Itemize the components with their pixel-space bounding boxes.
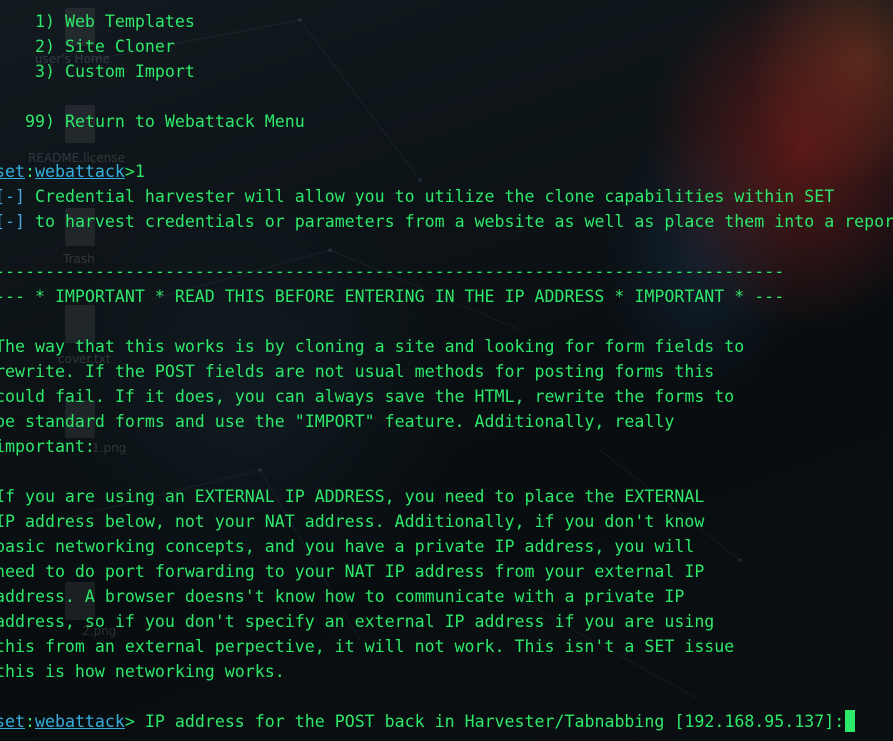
- prompt-separator: :: [24, 712, 35, 731]
- paragraph-line: basic networking concepts, and you have …: [0, 537, 695, 556]
- prompt-prefix: set: [0, 712, 25, 731]
- paragraph-line: important:: [0, 437, 95, 456]
- paragraph-line: rewrite. If the POST fields are not usua…: [0, 362, 715, 381]
- menu-item-number: 1): [34, 12, 55, 31]
- paragraph-line: If you are using an EXTERNAL IP ADDRESS,…: [0, 487, 705, 506]
- info-marker: [-]: [0, 212, 25, 231]
- menu-item-site-cloner: 2) Site Cloner: [0, 34, 175, 59]
- paragraph-line: address, so if you don't specify an exte…: [0, 612, 715, 631]
- terminal-cursor[interactable]: [845, 710, 855, 732]
- prompt-module: webattack: [34, 162, 125, 181]
- paragraph-line: address. A browser doesns't know how to …: [0, 587, 685, 606]
- info-line-1: [-] Credential harvester will allow you …: [0, 184, 834, 209]
- paragraph-line: need to do port forwarding to your NAT I…: [0, 562, 705, 581]
- info-marker: [-]: [0, 187, 25, 206]
- paragraph-line: could fail. If it does, you can always s…: [0, 387, 735, 406]
- info-line-2: [-] to harvest credentials or parameters…: [0, 209, 893, 234]
- paragraph-line: this is how networking works.: [0, 662, 285, 681]
- info-text: to harvest credentials or parameters fro…: [34, 212, 893, 231]
- info-text: Credential harvester will allow you to u…: [34, 187, 835, 206]
- important-divider: ----------------------------------------…: [0, 262, 785, 281]
- prompt-input: 1: [134, 162, 145, 181]
- prompt-module: webattack: [34, 712, 125, 731]
- paragraph-line: The way that this works is by cloning a …: [0, 337, 745, 356]
- menu-item-web-templates: 1) Web Templates: [0, 9, 195, 34]
- prompt-prefix: set: [0, 162, 25, 181]
- prompt-marker: >: [124, 162, 135, 181]
- paragraph-line: IP address below, not your NAT address. …: [0, 512, 705, 531]
- prompt-separator: :: [24, 162, 35, 181]
- prompt-question: IP address for the POST back in Harveste…: [134, 712, 845, 731]
- menu-item-label: Web Templates: [64, 12, 195, 31]
- menu-item-label: Return to Webattack Menu: [64, 112, 305, 131]
- menu-item-custom-import: 3) Custom Import: [0, 59, 195, 84]
- important-heading: --- * IMPORTANT * READ THIS BEFORE ENTER…: [0, 287, 785, 306]
- terminal-window[interactable]: 1) Web Templates 2) Site Cloner 3) Custo…: [0, 9, 893, 741]
- menu-item-number: 99): [24, 112, 55, 131]
- menu-item-number: 2): [34, 37, 55, 56]
- prompt-line-2[interactable]: set:webattack> IP address for the POST b…: [0, 709, 844, 734]
- paragraph-line: this from an external perpective, it wil…: [0, 637, 735, 656]
- prompt-line-1: set:webattack>1: [0, 159, 145, 184]
- menu-item-label: Custom Import: [64, 62, 195, 81]
- paragraph-line: be standard forms and use the "IMPORT" f…: [0, 412, 675, 431]
- menu-item-label: Site Cloner: [64, 37, 175, 56]
- prompt-marker: >: [124, 712, 135, 731]
- menu-item-return: 99) Return to Webattack Menu: [0, 109, 305, 134]
- menu-item-number: 3): [34, 62, 55, 81]
